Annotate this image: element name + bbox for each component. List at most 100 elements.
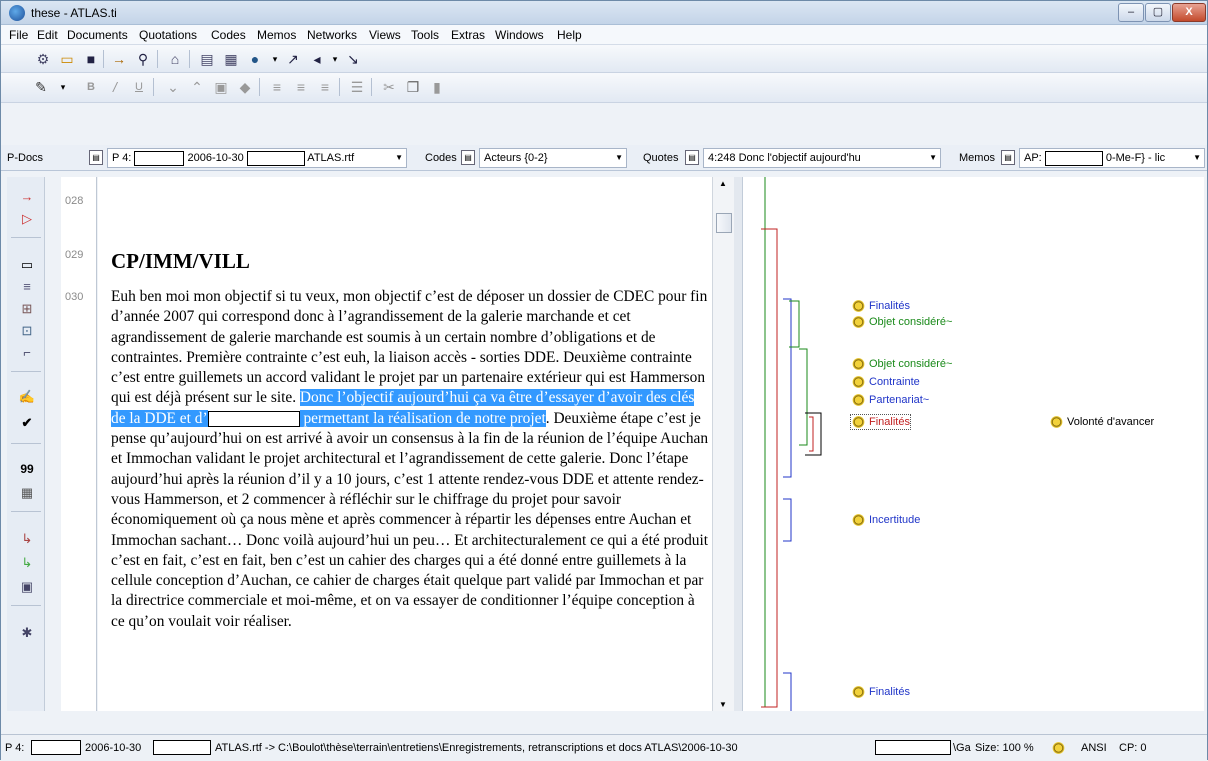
align-right-icon[interactable]: ≡ [315, 77, 335, 97]
network-link-icon[interactable]: ↳ [17, 553, 37, 573]
toolbar-separator [371, 78, 372, 96]
list-icon[interactable]: ☰ [347, 77, 367, 97]
link-icon[interactable]: ⌐ [17, 343, 37, 363]
menu-tools[interactable]: Tools [411, 28, 439, 42]
hammer-icon[interactable]: ↗ [283, 49, 303, 69]
chevron-down-icon[interactable]: ▾ [325, 49, 345, 69]
paste-icon[interactable]: ▮ [427, 77, 447, 97]
status-zoom: Size: 100 % [975, 742, 1034, 754]
list-code-icon[interactable]: ≡ [17, 277, 37, 297]
menu-quotations[interactable]: Quotations [139, 28, 197, 42]
scrollbar-thumb[interactable] [716, 213, 732, 233]
cut-icon[interactable]: ✂ [379, 77, 399, 97]
quote-list-icon[interactable]: ▤ [685, 150, 699, 165]
memos-dropdown[interactable]: AP: 0-Me-F} - lic ▼ [1019, 148, 1205, 168]
selected-quotation-text-end[interactable]: permettant la réalisation de notre proje… [299, 409, 546, 427]
code-grid-icon[interactable]: ⊡ [17, 321, 37, 341]
pdoc-suffix: ATLAS.rtf [307, 152, 355, 164]
atlas-app-icon [9, 5, 25, 21]
edit-table-icon[interactable]: ▤ [197, 49, 217, 69]
assign-documents-icon[interactable]: → [109, 49, 129, 69]
document-list-icon[interactable]: ▤ [89, 150, 103, 165]
pane-splitter[interactable] [734, 177, 742, 711]
toolbar-separator [11, 443, 41, 444]
create-quotation-icon[interactable]: → [17, 187, 37, 207]
toolbar-separator [157, 50, 158, 68]
code-star-icon [1049, 415, 1064, 429]
eraser-icon[interactable]: ◆ [235, 77, 255, 97]
rectangle-icon[interactable]: ▭ [17, 255, 37, 275]
code-label[interactable]: Finalités [851, 685, 910, 699]
document-paragraph[interactable]: Euh ben moi mon objectif si tu veux, mon… [111, 287, 711, 632]
menu-codes[interactable]: Codes [211, 28, 246, 42]
code-text: Partenariat~ [869, 393, 930, 406]
menu-networks[interactable]: Networks [307, 28, 357, 42]
open-folder-icon[interactable]: ⌂ [165, 49, 185, 69]
code-label[interactable]: Incertitude [851, 513, 920, 527]
grid-icon[interactable]: ▦ [221, 49, 241, 69]
menu-views[interactable]: Views [369, 28, 401, 42]
quick-code-icon[interactable]: 99 [17, 459, 37, 479]
chevron-down-icon[interactable]: ▾ [265, 49, 285, 69]
code-by-list-icon[interactable]: ✍ [17, 387, 37, 407]
image-icon[interactable]: ▣ [211, 77, 231, 97]
align-left-icon[interactable]: ≡ [267, 77, 287, 97]
code-label[interactable]: Contrainte [851, 375, 920, 389]
menu-memos[interactable]: Memos [257, 28, 296, 42]
check-icon[interactable]: ✔ [17, 413, 37, 433]
menu-help[interactable]: Help [557, 28, 582, 42]
code-label[interactable]: Finalités [851, 299, 910, 313]
code-label[interactable]: Partenariat~ [851, 393, 929, 407]
menu-documents[interactable]: Documents [67, 28, 128, 42]
pdoc-dropdown[interactable]: P 4: 2006-10-30 ATLAS.rtf ▼ [107, 148, 407, 168]
chevron-down-icon: ▼ [615, 153, 623, 162]
maximize-button[interactable]: ▢ [1145, 3, 1171, 22]
scroll-down-icon[interactable]: ▼ [719, 700, 727, 709]
editor-vertical-scrollbar[interactable]: ▲ ▼ [712, 177, 734, 711]
quotes-value: 4:248 Donc l'objectif aujourd'hu [708, 152, 861, 164]
memo-list-icon[interactable]: ▤ [1001, 150, 1015, 165]
align-center-icon[interactable]: ≡ [291, 77, 311, 97]
forward-arrow-icon[interactable]: ↘ [343, 49, 363, 69]
code-label[interactable]: Volonté d'avancer [1049, 415, 1154, 429]
window-icon[interactable]: ▭ [57, 49, 77, 69]
pdoc-prefix: P 4: [112, 152, 132, 164]
toolbar-separator [153, 78, 154, 96]
code-label-selected[interactable]: Finalités [850, 414, 911, 430]
network-view-icon[interactable]: ✱ [17, 623, 37, 643]
code-text: Contrainte [869, 375, 920, 388]
network-icon[interactable]: ⚙ [33, 49, 53, 69]
chevron-up-icon[interactable]: ⌃ [187, 77, 207, 97]
memo-icon[interactable]: ▣ [17, 577, 37, 597]
italic-icon[interactable]: / [105, 77, 125, 97]
save-icon[interactable]: ■ [81, 49, 101, 69]
window-title: these - ATLAS.ti [31, 6, 117, 20]
close-button[interactable]: X [1172, 3, 1206, 22]
code-icon[interactable]: ⊞ [17, 299, 37, 319]
menu-extras[interactable]: Extras [451, 28, 485, 42]
document-editor[interactable]: CP/IMM/VILL Euh ben moi mon objectif si … [98, 177, 712, 711]
redacted-box [1044, 150, 1103, 166]
search-binoculars-icon[interactable]: ⚲ [133, 49, 153, 69]
menu-file[interactable]: File [9, 28, 28, 42]
word-cruncher-icon[interactable]: ▦ [17, 483, 37, 503]
tag-icon[interactable]: ▷ [17, 209, 37, 229]
copy-icon[interactable]: ❐ [403, 77, 423, 97]
scroll-up-icon[interactable]: ▲ [719, 179, 727, 188]
bold-icon[interactable]: B [81, 77, 101, 97]
menu-windows[interactable]: Windows [495, 28, 544, 42]
quotes-dropdown[interactable]: 4:248 Donc l'objectif aujourd'hu ▼ [703, 148, 941, 168]
chevron-down-icon[interactable]: ⌄ [163, 77, 183, 97]
chevron-down-icon[interactable]: ▾ [53, 77, 73, 97]
network-link-icon[interactable]: ↳ [17, 529, 37, 549]
code-label[interactable]: Objet considéré~ [851, 315, 952, 329]
code-label[interactable]: Objet considéré~ [851, 357, 952, 371]
menu-edit[interactable]: Edit [37, 28, 58, 42]
codes-dropdown[interactable]: Acteurs {0-2} ▼ [479, 148, 627, 168]
globe-icon[interactable]: ● [245, 49, 265, 69]
code-list-icon[interactable]: ▤ [461, 150, 475, 165]
underline-icon[interactable]: U [129, 77, 149, 97]
minimize-button[interactable]: – [1118, 3, 1144, 22]
back-arrow-icon[interactable]: ◂ [307, 49, 327, 69]
pen-icon[interactable]: ✎ [31, 77, 51, 97]
